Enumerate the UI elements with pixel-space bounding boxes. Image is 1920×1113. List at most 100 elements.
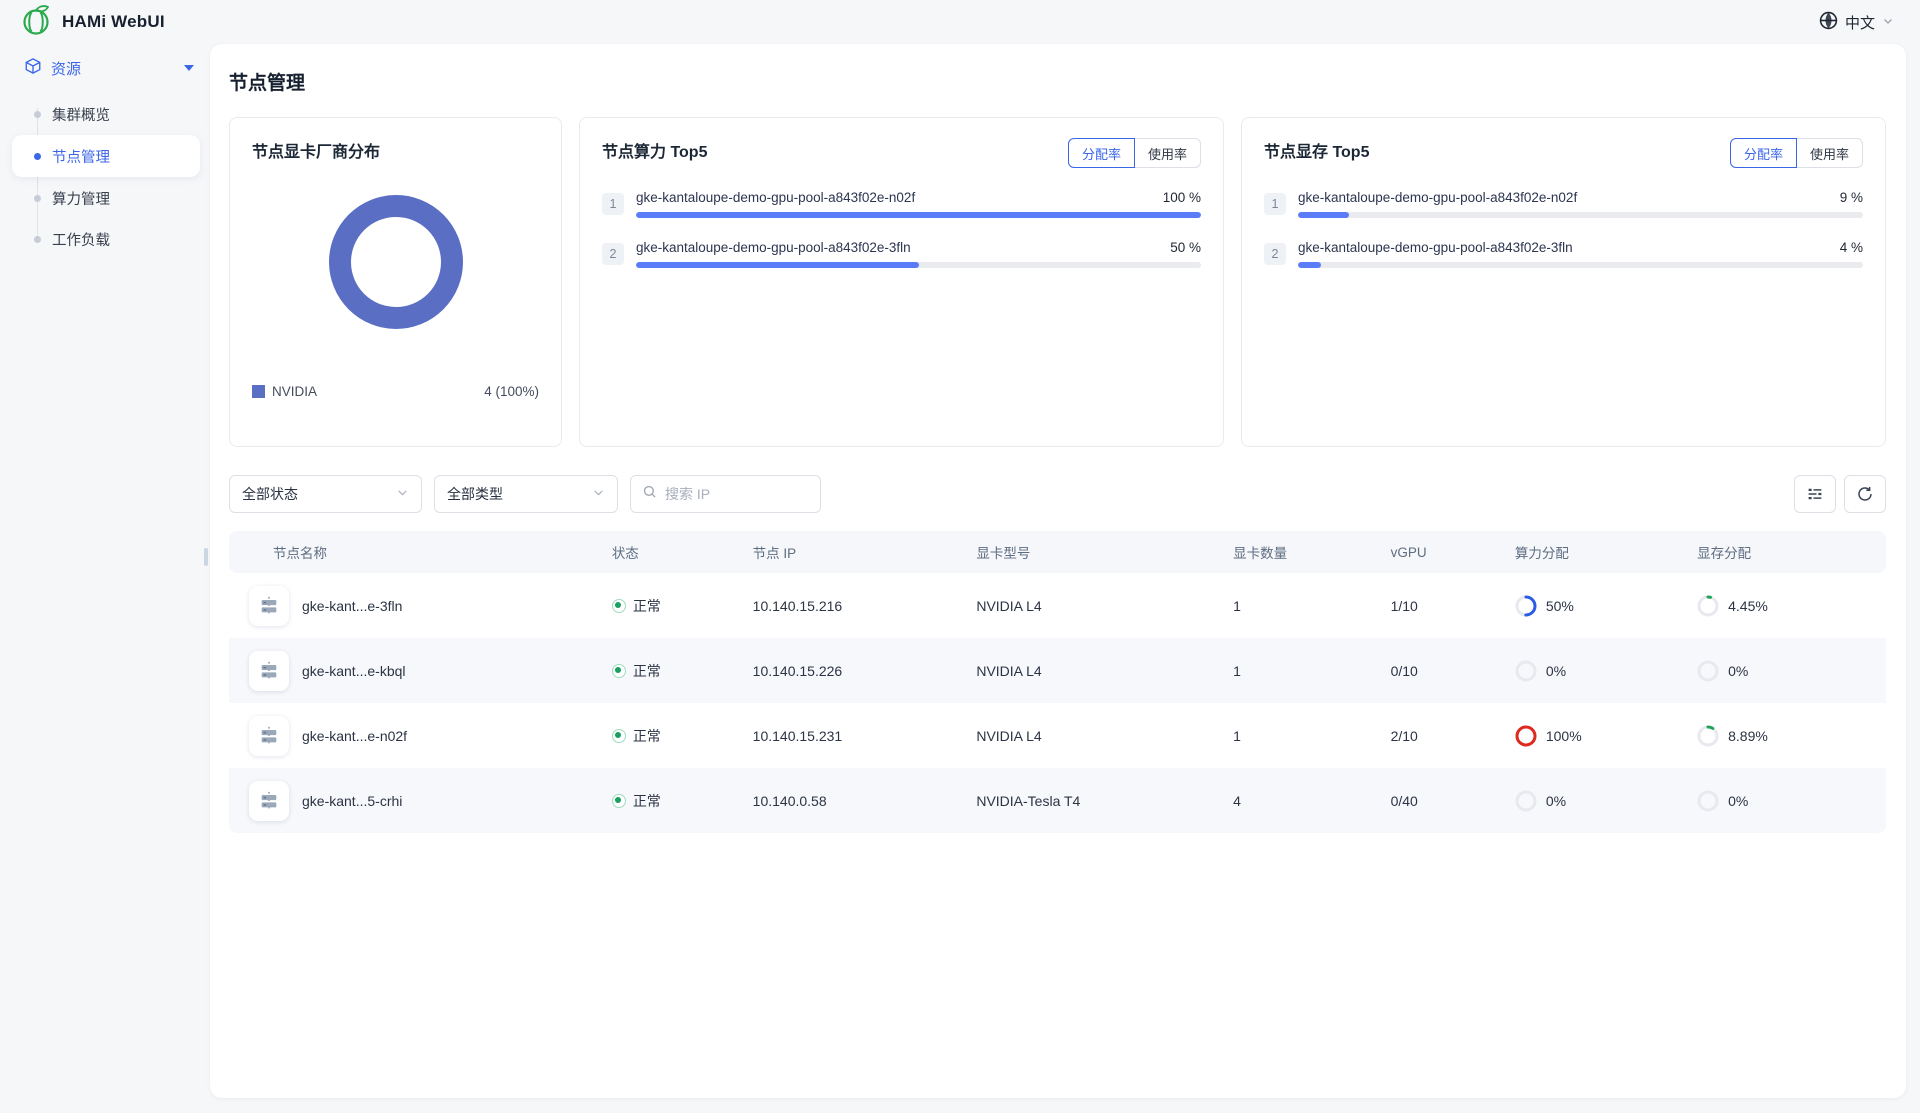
percent-value: 50 % bbox=[1170, 240, 1201, 255]
status-label: 正常 bbox=[633, 661, 661, 681]
node-ip: 10.140.0.58 bbox=[743, 768, 967, 833]
vgpu-ratio: 1/10 bbox=[1381, 573, 1505, 638]
column-header: 节点 IP bbox=[743, 531, 967, 573]
node-icon bbox=[258, 790, 280, 812]
rank-badge: 2 bbox=[602, 243, 624, 265]
filter-bar: 全部状态 全部类型 bbox=[229, 475, 1886, 513]
card-compute-top5: 节点算力 Top5 分配率使用率 1gke-kantaloupe-demo-gp… bbox=[579, 117, 1224, 447]
sidebar-item-link[interactable]: 算力管理 bbox=[0, 178, 210, 218]
app-title: HAMi WebUI bbox=[62, 12, 165, 32]
top5-item: 2gke-kantaloupe-demo-gpu-pool-a843f02e-3… bbox=[602, 240, 1201, 268]
toggle-option-button[interactable]: 使用率 bbox=[1134, 138, 1201, 168]
progress-bar bbox=[1298, 262, 1863, 268]
table-row[interactable]: gke-kant...e-n02f正常10.140.15.231NVIDIA L… bbox=[229, 703, 1886, 768]
node-name-link[interactable]: gke-kant...5-crhi bbox=[302, 793, 402, 809]
node-icon-button[interactable] bbox=[249, 781, 289, 821]
sidebar-item-label: 算力管理 bbox=[52, 188, 110, 209]
compute-allocation-label: 100% bbox=[1546, 728, 1582, 744]
ring-chart bbox=[1515, 595, 1537, 617]
refresh-button[interactable] bbox=[1844, 475, 1886, 513]
table-row[interactable]: gke-kant...e-3fln 正常 10.140.15.216NVIDIA L… bbox=[229, 573, 1886, 638]
compute-allocation-label: 0% bbox=[1546, 663, 1566, 679]
gpu-model: NVIDIA L4 bbox=[966, 638, 1223, 703]
memory-allocation-label: 8.89% bbox=[1728, 728, 1768, 744]
node-name: gke-kantaloupe-demo-gpu-pool-a843f02e-n0… bbox=[1298, 190, 1577, 205]
node-ip: 10.140.15.231 bbox=[743, 703, 967, 768]
legend-swatch bbox=[252, 385, 265, 398]
status-filter-value: 全部状态 bbox=[242, 484, 298, 504]
refresh-icon bbox=[1856, 485, 1874, 503]
node-table: 节点名称状态节点 IP显卡型号显卡数量vGPU算力分配显存分配 gke-kant… bbox=[229, 531, 1886, 833]
column-header: 显卡数量 bbox=[1223, 531, 1380, 573]
column-settings-button[interactable] bbox=[1794, 475, 1836, 513]
compute-allocation: 0% bbox=[1515, 790, 1677, 812]
language-selector[interactable]: 中文 bbox=[1819, 11, 1894, 34]
sidebar-item-link[interactable]: 工作负载 bbox=[0, 219, 210, 259]
gpu-model: NVIDIA L4 bbox=[966, 573, 1223, 638]
status-filter-select[interactable]: 全部状态 bbox=[229, 475, 422, 513]
memory-allocation: 8.89% bbox=[1697, 725, 1876, 747]
node-icon bbox=[258, 660, 280, 682]
gpu-count: 1 bbox=[1223, 703, 1380, 768]
vgpu-ratio: 0/40 bbox=[1381, 768, 1505, 833]
status-label: 正常 bbox=[633, 726, 661, 746]
sidebar-item-link[interactable]: 集群概览 bbox=[0, 94, 210, 134]
top5-list: 1gke-kantaloupe-demo-gpu-pool-a843f02e-n… bbox=[1264, 190, 1863, 268]
memory-allocation: 0% bbox=[1697, 660, 1876, 682]
compute-allocation: 100% bbox=[1515, 725, 1677, 747]
column-header: 显卡型号 bbox=[966, 531, 1223, 573]
node-name-link[interactable]: gke-kant...e-n02f bbox=[302, 728, 407, 744]
compute-allocation: 0% bbox=[1515, 660, 1677, 682]
globe-icon bbox=[1819, 11, 1838, 34]
sidebar-section-label: 资源 bbox=[51, 58, 175, 79]
sidebar-section-resources[interactable]: 资源 bbox=[0, 46, 210, 90]
node-name: gke-kantaloupe-demo-gpu-pool-a843f02e-3f… bbox=[1298, 240, 1573, 255]
card-memory-top5: 节点显存 Top5 分配率使用率 1gke-kantaloupe-demo-gp… bbox=[1241, 117, 1886, 447]
ring-chart bbox=[1515, 660, 1537, 682]
menu-dot bbox=[34, 195, 41, 202]
node-name-link[interactable]: gke-kant...e-3fln bbox=[302, 598, 402, 614]
vgpu-ratio: 2/10 bbox=[1381, 703, 1505, 768]
ip-search-input[interactable] bbox=[665, 486, 809, 502]
sidebar-item-active[interactable]: 节点管理 bbox=[12, 135, 200, 177]
chevron-down-icon bbox=[396, 486, 409, 502]
node-ip: 10.140.15.216 bbox=[743, 573, 967, 638]
gpu-count: 4 bbox=[1223, 768, 1380, 833]
list-settings-icon bbox=[1806, 485, 1824, 503]
node-icon-button[interactable] bbox=[249, 651, 289, 691]
table-row[interactable]: gke-kant...5-crhi正常10.140.0.58NVIDIA-Tes… bbox=[229, 768, 1886, 833]
gpu-count: 1 bbox=[1223, 573, 1380, 638]
node-icon-button[interactable] bbox=[249, 586, 289, 626]
sidebar-resize-handle[interactable] bbox=[204, 548, 208, 566]
memory-allocation-label: 4.45% bbox=[1728, 598, 1768, 614]
table-row[interactable]: gke-kant...e-kbql正常10.140.15.226NVIDIA L… bbox=[229, 638, 1886, 703]
rank-badge: 2 bbox=[1264, 243, 1286, 265]
progress-bar bbox=[636, 212, 1201, 218]
rate-toggle: 分配率使用率 bbox=[1068, 138, 1201, 168]
node-icon-button[interactable] bbox=[249, 716, 289, 756]
top5-item: 1gke-kantaloupe-demo-gpu-pool-a843f02e-n… bbox=[1264, 190, 1863, 218]
toggle-option-button[interactable]: 分配率 bbox=[1068, 138, 1135, 168]
type-filter-value: 全部类型 bbox=[447, 484, 503, 504]
top5-item: 1gke-kantaloupe-demo-gpu-pool-a843f02e-n… bbox=[602, 190, 1201, 218]
search-icon bbox=[642, 484, 657, 504]
compute-allocation-label: 50% bbox=[1546, 598, 1574, 614]
column-header: vGPU bbox=[1381, 531, 1505, 573]
status-label: 正常 bbox=[633, 596, 661, 616]
node-name-link[interactable]: gke-kant...e-kbql bbox=[302, 663, 406, 679]
menu-dot bbox=[34, 236, 41, 243]
memory-allocation-label: 0% bbox=[1728, 663, 1748, 679]
hami-logo-icon bbox=[22, 4, 52, 41]
toggle-option-button[interactable]: 分配率 bbox=[1730, 138, 1797, 168]
percent-value: 4 % bbox=[1840, 240, 1863, 255]
toggle-option-button[interactable]: 使用率 bbox=[1796, 138, 1863, 168]
compute-allocation-label: 0% bbox=[1546, 793, 1566, 809]
gpu-model: NVIDIA-Tesla T4 bbox=[966, 768, 1223, 833]
gpu-count: 1 bbox=[1223, 638, 1380, 703]
status-ok-icon bbox=[612, 794, 626, 808]
top5-list: 1gke-kantaloupe-demo-gpu-pool-a843f02e-n… bbox=[602, 190, 1201, 268]
chevron-down-icon bbox=[592, 486, 605, 502]
legend-value: 4 (100%) bbox=[484, 384, 539, 399]
page-title: 节点管理 bbox=[229, 68, 1886, 95]
type-filter-select[interactable]: 全部类型 bbox=[434, 475, 618, 513]
